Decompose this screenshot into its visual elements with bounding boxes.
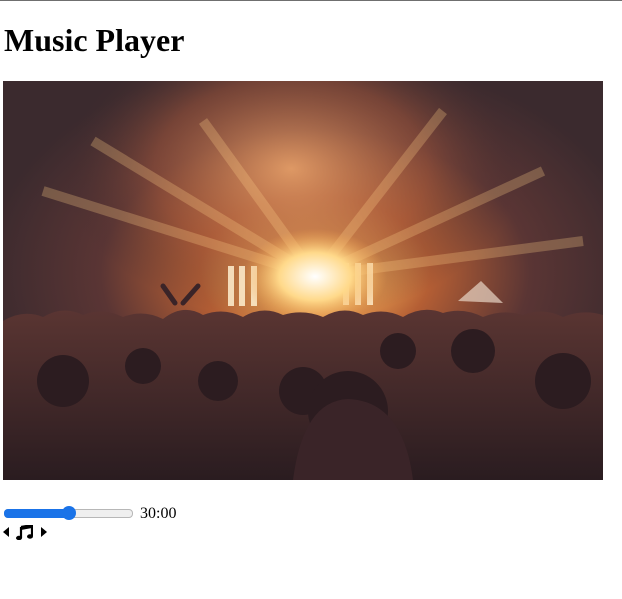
seek-slider[interactable] (4, 505, 133, 521)
seek-slider-fill (4, 509, 69, 518)
music-note-icon[interactable] (14, 524, 34, 540)
caret-right-icon[interactable] (40, 524, 48, 540)
seek-slider-thumb[interactable] (61, 506, 76, 520)
time-display: 30:00 (140, 505, 177, 522)
caret-left-icon[interactable] (2, 524, 10, 540)
top-divider (0, 0, 622, 1)
playback-progress-row: 30:00 (4, 503, 176, 523)
album-art-image (3, 81, 603, 480)
playback-buttons (2, 524, 48, 540)
page-title: Music Player (4, 22, 185, 58)
